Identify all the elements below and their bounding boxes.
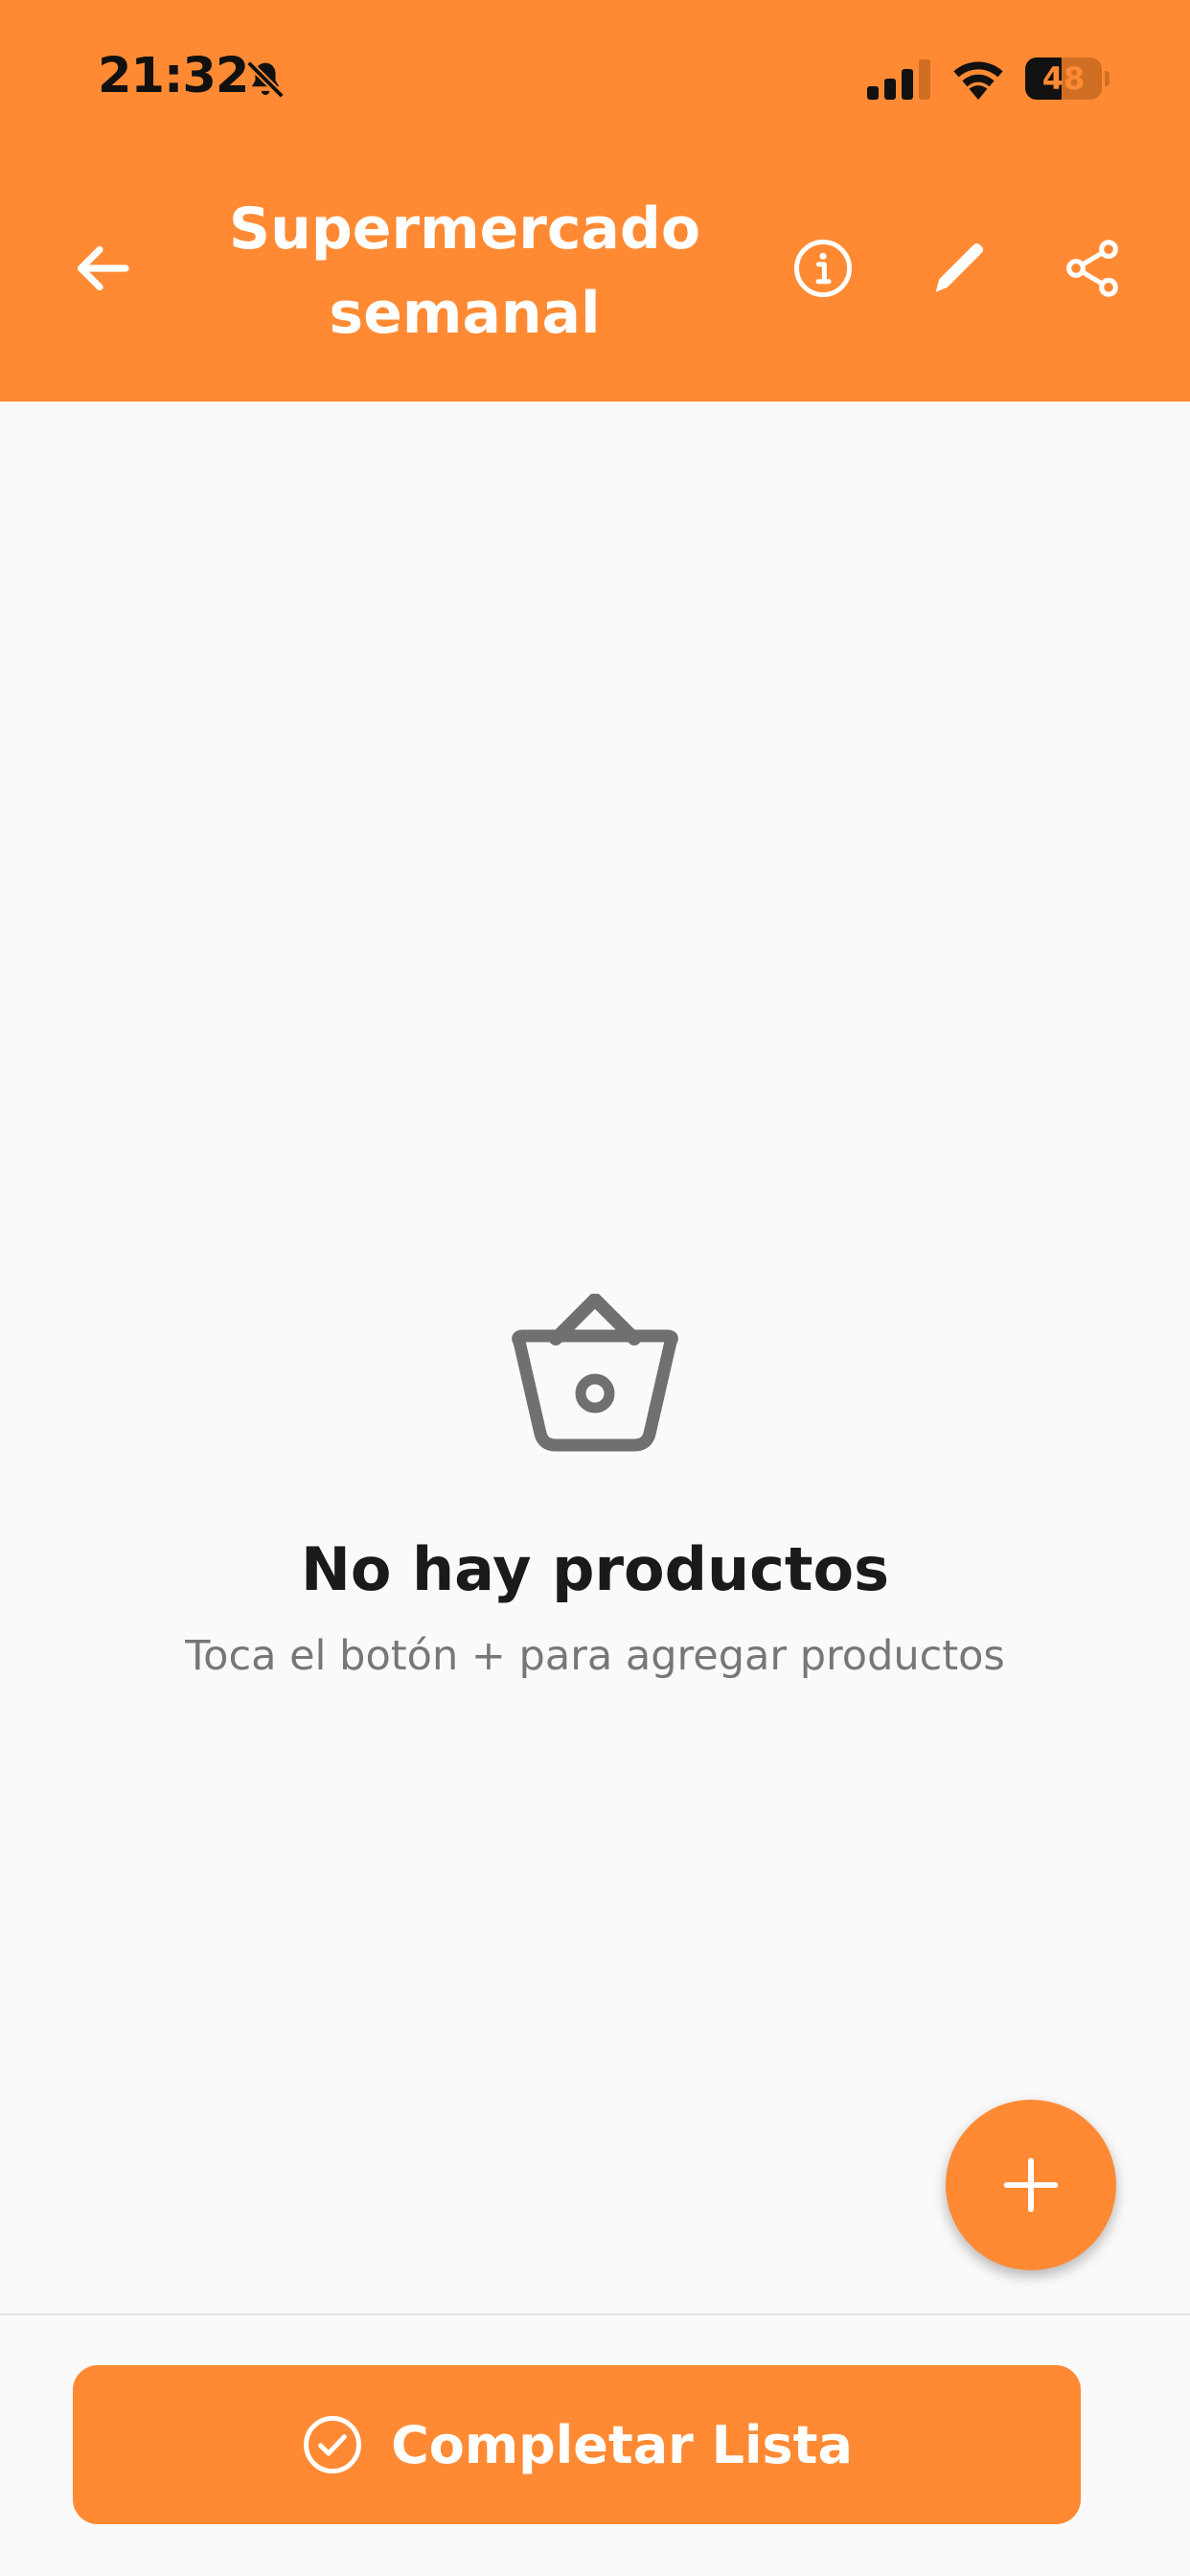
complete-list-label: Completar Lista	[391, 2414, 853, 2475]
share-button[interactable]	[1044, 220, 1140, 316]
status-time: 21:32	[98, 48, 249, 104]
info-button[interactable]	[775, 220, 871, 316]
arrow-left-icon	[77, 245, 129, 291]
battery-indicator: 48	[1025, 58, 1110, 100]
cellular-signal-icon	[867, 59, 930, 100]
wifi-icon	[953, 61, 1003, 100]
app-header: 21:32 48 Supermercado semanal	[0, 0, 1190, 402]
toolbar: Supermercado semanal	[0, 172, 1190, 364]
check-circle-icon	[304, 2416, 362, 2473]
empty-state: No hay productos Toca el botón + para ag…	[0, 1294, 1190, 1685]
edit-button[interactable]	[910, 220, 1006, 316]
bottom-bar: Completar Lista	[0, 2313, 1190, 2576]
share-icon	[1066, 240, 1118, 297]
battery-tip	[1105, 71, 1110, 86]
screen: 21:32 48 Supermercado semanal No hay pro…	[0, 0, 1190, 2576]
complete-list-button[interactable]: Completar Lista	[73, 2365, 1081, 2524]
plus-icon	[1003, 2157, 1059, 2213]
bell-slash-icon	[246, 60, 285, 99]
battery-icon: 48	[1025, 58, 1102, 100]
page-title: Supermercado semanal	[228, 196, 701, 347]
info-circle-icon	[794, 240, 852, 297]
add-product-button[interactable]	[946, 2100, 1116, 2270]
empty-state-title: No hay productos	[300, 1534, 890, 1604]
shopping-basket-icon	[512, 1294, 678, 1452]
battery-level: 48	[1041, 60, 1086, 97]
back-button[interactable]	[55, 220, 150, 316]
empty-state-subtitle: Toca el botón + para agregar productos	[185, 1632, 1005, 1680]
status-bar: 21:32 48	[0, 0, 1190, 158]
pencil-icon	[935, 242, 984, 292]
